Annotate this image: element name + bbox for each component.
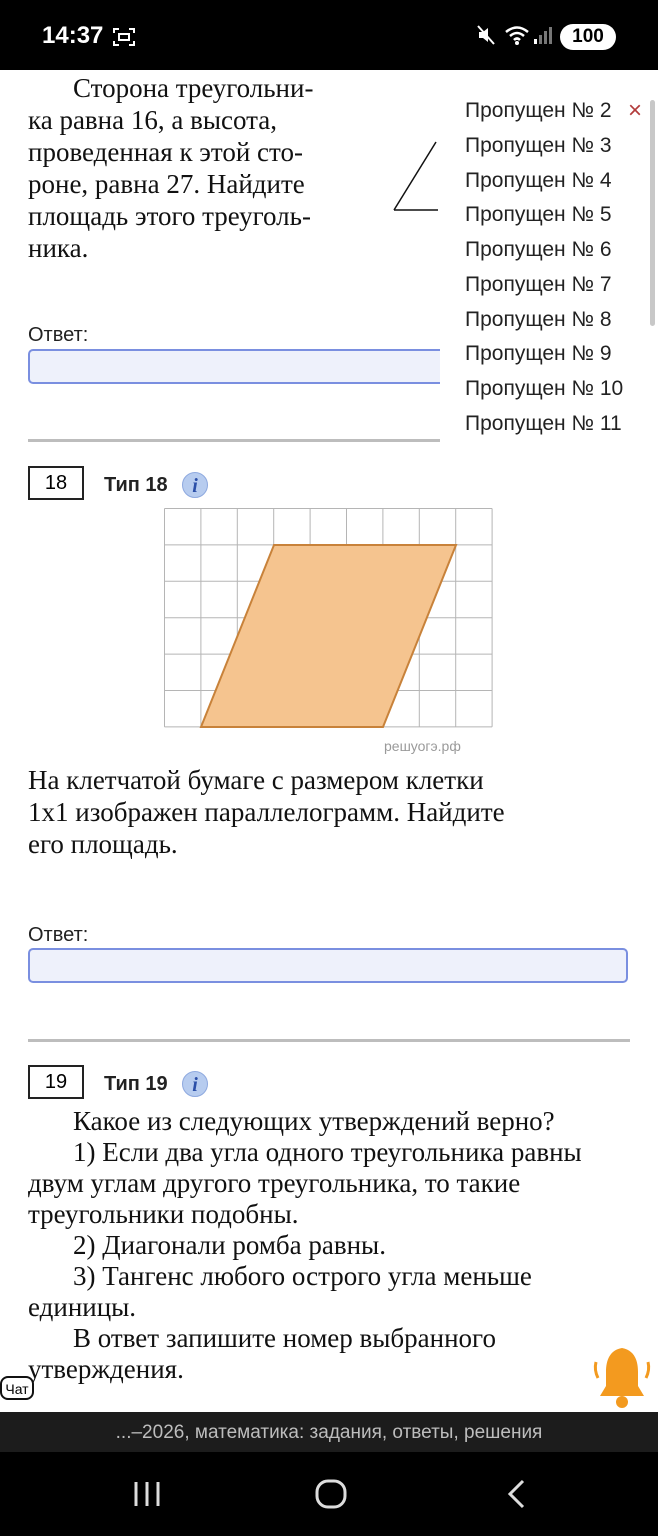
missing-item[interactable]: Пропущен № 9 (465, 342, 612, 366)
footer-text: ...–2026, математика: задания, ответы, р… (115, 1422, 543, 1443)
task18-text: На клетчатой бумаге с размером клетки 1x… (28, 764, 638, 860)
task18-line: 1x1 изображен параллелограмм. Найдите (28, 797, 505, 827)
task19-type-label: Тип 19 (104, 1073, 168, 1095)
missing-item[interactable]: Пропущен № 10 (465, 377, 623, 401)
task19-option: 1) Если два угла одного треугольника рав… (28, 1137, 582, 1229)
figure-watermark: решуогэ.рф (384, 738, 461, 754)
task17-line: площадь этого треуголь- (28, 201, 311, 231)
task19-text: Какое из следующих утверждений верно? 1)… (28, 1106, 638, 1385)
missing-item[interactable]: Пропущен № 11 (465, 412, 622, 436)
wifi-icon (505, 26, 529, 45)
task17-line: проведенная к этой сто- (28, 137, 303, 167)
task19-paragraph: В ответ запишите номер выбранного утверж… (28, 1323, 496, 1384)
scrollbar[interactable] (650, 100, 655, 326)
task17-line: ника. (28, 233, 89, 263)
bell-icon (593, 1348, 651, 1408)
task17-line: Сторона треугольни- (73, 73, 314, 103)
missing-item[interactable]: Пропущен № 7 (465, 273, 612, 297)
task17-triangle-figure (393, 141, 438, 211)
task17-text: Сторона треугольни- ка равна 16, а высот… (28, 72, 378, 264)
task19-option: 2) Диагонали ромба равны. (73, 1230, 386, 1260)
mute-icon (477, 25, 495, 45)
home-icon[interactable] (314, 1478, 348, 1510)
info-icon[interactable]: i (182, 1071, 208, 1097)
close-icon[interactable]: × (628, 97, 642, 125)
missing-item[interactable]: Пропущен № 2 (465, 99, 612, 123)
back-icon[interactable] (504, 1478, 528, 1510)
info-icon[interactable]: i (182, 472, 208, 498)
task17-line: роне, равна 27. Найдите (28, 169, 305, 199)
battery-indicator: 100 (560, 24, 616, 50)
task18-line: На клетчатой бумаге с размером клетки (28, 765, 484, 795)
parallelogram-shape (199, 544, 458, 728)
task17-line: ка равна 16, а высота, (28, 105, 277, 135)
system-nav-bar (0, 1452, 658, 1536)
screenshot-icon (113, 28, 135, 46)
recent-apps-icon[interactable] (132, 1480, 162, 1508)
task19-paragraph: Какое из следующих утверждений верно? (73, 1106, 555, 1136)
missing-item[interactable]: Пропущен № 5 (465, 203, 612, 227)
task18-divider (28, 1039, 630, 1042)
task17-divider (28, 439, 440, 442)
task19-option: 3) Тангенс любого острого угла меньше ед… (28, 1261, 532, 1322)
missing-item[interactable]: Пропущен № 3 (465, 134, 612, 158)
battery-level: 100 (572, 26, 604, 47)
task18-answer-input[interactable] (28, 948, 628, 983)
missing-item[interactable]: Пропущен № 4 (465, 169, 612, 193)
task19-number: 19 (44, 1071, 68, 1093)
task18-line: его площадь. (28, 829, 178, 859)
notification-button[interactable] (586, 1340, 658, 1414)
signal-icon (534, 27, 552, 44)
missing-tasks-list: Пропущен № 2 Пропущен № 3 Пропущен № 4 П… (440, 92, 658, 442)
task18-answer-label: Ответ: (28, 924, 89, 946)
task18-number: 18 (44, 472, 68, 494)
task17-answer-label: Ответ: (28, 324, 89, 346)
status-bar: 14:37 100 (0, 0, 658, 70)
missing-item[interactable]: Пропущен № 6 (465, 238, 612, 262)
chat-button[interactable]: Чат (0, 1376, 34, 1400)
missing-item[interactable]: Пропущен № 8 (465, 308, 612, 332)
task19-number-box: 19 (28, 1065, 84, 1099)
task18-number-box: 18 (28, 466, 84, 500)
task18-grid-figure: решуогэ.рф (164, 508, 493, 754)
status-time: 14:37 (42, 22, 104, 49)
task18-type-label: Тип 18 (104, 474, 168, 496)
